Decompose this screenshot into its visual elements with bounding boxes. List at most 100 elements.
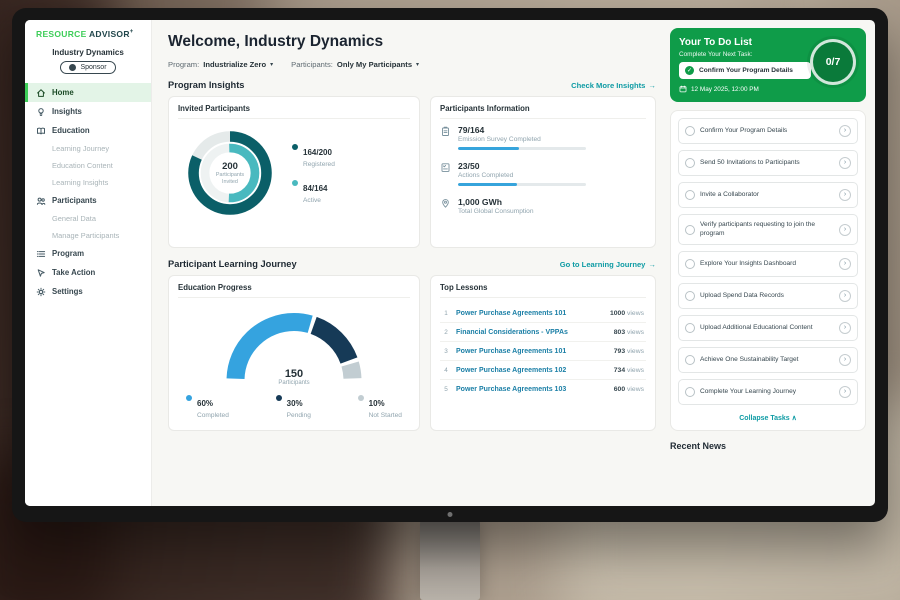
task-row[interactable]: Explore Your Insights Dashboard › <box>678 251 858 277</box>
task-checkbox[interactable] <box>685 225 695 235</box>
legend-dot <box>186 395 192 401</box>
lesson-row: 3 Power Purchase Agreements 101 793 view… <box>440 342 646 361</box>
participants-filter-dropdown[interactable]: Participants: Only My Participants ▾ <box>291 60 419 69</box>
chevron-right-icon[interactable]: › <box>839 258 851 270</box>
app-logo: RESOURCE ADVISOR+ <box>25 29 151 46</box>
stat-row: 79/164 Emission Survey Completed <box>440 125 646 150</box>
check-more-insights-link[interactable]: Check More Insights → <box>571 81 656 90</box>
sidebar-item-general-data[interactable]: General Data <box>25 210 151 227</box>
lesson-link[interactable]: Power Purchase Agreements 103 <box>456 386 608 393</box>
sponsor-icon <box>69 64 76 71</box>
task-row[interactable]: Complete Your Learning Journey › <box>678 379 858 405</box>
sponsor-label: Sponsor <box>80 64 106 71</box>
legend-dot <box>358 395 364 401</box>
sidebar-item-insights[interactable]: Insights <box>25 102 151 121</box>
gauge-center-label: Participants <box>219 380 369 386</box>
sidebar-item-manage-participants[interactable]: Manage Participants <box>25 227 151 244</box>
task-label: Achieve One Sustainability Target <box>700 356 834 365</box>
sidebar-item-program[interactable]: Program <box>25 244 151 263</box>
program-filter-value: Industrialize Zero <box>203 60 266 69</box>
task-label: Upload Additional Educational Content <box>700 324 834 333</box>
task-label: Confirm Your Program Details <box>700 127 834 136</box>
task-checkbox[interactable] <box>685 323 695 333</box>
sidebar-item-learning-insights[interactable]: Learning Insights <box>25 174 151 191</box>
education-progress-card: Education Progress 150 Participants <box>168 275 420 431</box>
sponsor-badge[interactable]: Sponsor <box>60 61 115 74</box>
task-checkbox[interactable] <box>685 158 695 168</box>
sidebar-item-participants[interactable]: Participants <box>25 191 151 210</box>
task-checkbox[interactable] <box>685 190 695 200</box>
task-row[interactable]: Achieve One Sustainability Target › <box>678 347 858 373</box>
program-filter-dropdown[interactable]: Program: Industrialize Zero ▾ <box>168 60 273 69</box>
dashboard-screen: RESOURCE ADVISOR+ Industry Dynamics Spon… <box>25 20 875 506</box>
sidebar-item-take-action[interactable]: Take Action <box>25 263 151 282</box>
sidebar-item-education[interactable]: Education <box>25 121 151 140</box>
task-row[interactable]: Upload Spend Data Records › <box>678 283 858 309</box>
lesson-rank: 3 <box>442 348 450 355</box>
legend-item: 30% Pending <box>276 393 311 419</box>
task-label: Explore Your Insights Dashboard <box>700 260 834 269</box>
link-label: Go to Learning Journey <box>560 260 646 269</box>
task-checkbox[interactable] <box>685 387 695 397</box>
people-icon <box>36 196 46 206</box>
lesson-link[interactable]: Financial Considerations - VPPAs <box>456 329 608 336</box>
sidebar-item-settings[interactable]: Settings <box>25 282 151 301</box>
legend-label: Pending <box>287 412 311 419</box>
chevron-right-icon[interactable]: › <box>839 224 851 236</box>
lesson-views-label: views <box>627 367 644 374</box>
task-row[interactable]: Verify participants requesting to join t… <box>678 214 858 245</box>
sidebar-item-label: Learning Journey <box>52 144 109 153</box>
task-checkbox[interactable] <box>685 291 695 301</box>
sidebar-item-education-content[interactable]: Education Content <box>25 157 151 174</box>
collapse-tasks-button[interactable]: Collapse Tasks ∧ <box>678 411 858 423</box>
lesson-link[interactable]: Power Purchase Agreements 102 <box>456 367 608 374</box>
task-row[interactable]: Invite a Collaborator › <box>678 182 858 208</box>
sidebar-item-label: Settings <box>52 287 83 296</box>
task-checkbox[interactable] <box>685 355 695 365</box>
chevron-right-icon[interactable]: › <box>839 125 851 137</box>
progress-bar-fill <box>458 183 517 186</box>
chevron-right-icon[interactable]: › <box>839 189 851 201</box>
todo-card: 0/7 Your To Do List Complete Your Next T… <box>670 28 866 102</box>
task-row[interactable]: Upload Additional Educational Content › <box>678 315 858 341</box>
learning-cards-row: Education Progress 150 Participants <box>168 275 656 431</box>
sidebar-item-label: Education <box>52 126 90 135</box>
program-filter-label: Program: <box>168 60 199 69</box>
chevron-right-icon[interactable]: › <box>839 157 851 169</box>
task-checkbox[interactable] <box>685 259 695 269</box>
donut-center-label: Participants Invited <box>209 172 251 186</box>
legend-label: Active <box>303 197 327 204</box>
progress-bar-fill <box>458 147 519 150</box>
chevron-right-icon[interactable]: › <box>839 354 851 366</box>
participants-information-card: Participants Information 79/164 Emission… <box>430 96 656 248</box>
chevron-right-icon[interactable]: › <box>839 386 851 398</box>
chevron-right-icon[interactable]: › <box>839 290 851 302</box>
todo-due-date: 12 May 2025, 12:00 PM <box>691 86 759 93</box>
chevron-up-icon: ∧ <box>792 415 797 422</box>
go-to-learning-journey-link[interactable]: Go to Learning Journey → <box>560 260 656 269</box>
lesson-views-count: 793 <box>614 348 625 355</box>
task-row[interactable]: Confirm Your Program Details › <box>678 118 858 144</box>
task-row[interactable]: Send 50 Invitations to Participants › <box>678 150 858 176</box>
chevron-right-icon[interactable]: › <box>839 322 851 334</box>
participants-filter-value: Only My Participants <box>337 60 412 69</box>
gauge-center-value: 150 <box>219 368 369 380</box>
lesson-views-label: views <box>627 329 644 336</box>
lesson-row: 1 Power Purchase Agreements 101 1000 vie… <box>440 304 646 323</box>
sidebar-item-label: General Data <box>52 214 96 223</box>
list-icon <box>36 249 46 259</box>
task-checkbox[interactable] <box>685 126 695 136</box>
lesson-link[interactable]: Power Purchase Agreements 101 <box>456 310 604 317</box>
sidebar-item-learning-journey[interactable]: Learning Journey <box>25 140 151 157</box>
task-label: Complete Your Learning Journey <box>700 388 834 397</box>
next-task-pill[interactable]: ✓ Confirm Your Program Details <box>679 62 811 79</box>
sidebar-item-home[interactable]: Home <box>25 83 151 102</box>
todo-subtitle: Complete Your Next Task: <box>679 51 857 58</box>
legend-value: 164/200 <box>303 148 332 157</box>
lesson-link[interactable]: Power Purchase Agreements 101 <box>456 348 608 355</box>
lesson-row: 2 Financial Considerations - VPPAs 803 v… <box>440 323 646 342</box>
legend-item: 164/200 Registered <box>292 142 335 168</box>
lesson-views-label: views <box>627 310 644 317</box>
legend-value: 10% <box>369 399 385 408</box>
calendar-icon <box>679 85 687 93</box>
